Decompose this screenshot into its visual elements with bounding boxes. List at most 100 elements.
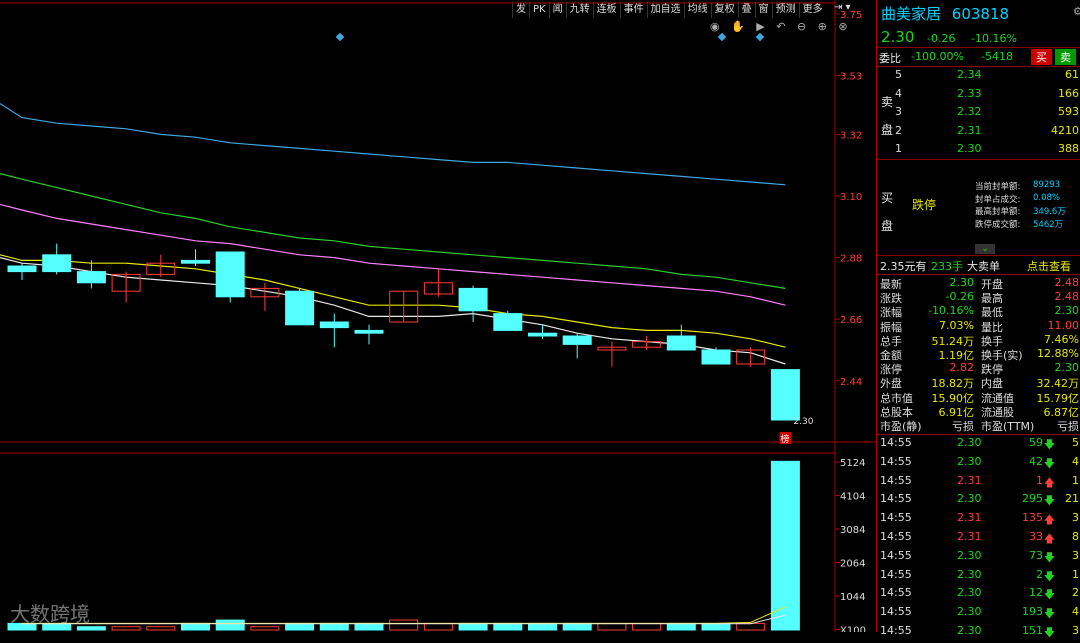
event-marker [755, 32, 765, 42]
volume-bar [285, 622, 315, 631]
stats-row: 金额 1.19亿 换手(实) 12.88% [877, 347, 1080, 362]
stat-value: 2.30 [1054, 304, 1080, 318]
ask-volume: 4210 [1051, 123, 1079, 137]
ask-level: 2 [895, 123, 902, 137]
limit-info-value: 89293 [1033, 180, 1061, 190]
arrow-icon[interactable]: ⇥ ▾ [834, 2, 851, 13]
volume-axis-label: 3084 [840, 525, 865, 536]
stat-value: -0.26 [945, 290, 974, 304]
ma-line-2 [0, 254, 786, 348]
tick-volume: 42 [1029, 454, 1043, 468]
arrow-down-icon: 🡇 [1043, 607, 1055, 621]
tick-time: 14:55 [880, 473, 912, 487]
stats-row: 最新 2.30 开盘 2.48 [877, 276, 1080, 291]
arrow-down-icon: 🡇 [1043, 550, 1055, 564]
volume-bar [458, 622, 488, 631]
toolbar-item[interactable]: 均线 [683, 2, 711, 18]
tick-count: 3 [1072, 548, 1079, 562]
volume-bar [736, 622, 766, 631]
volume-ma-line-2 [22, 614, 786, 625]
ask-level: 5 [895, 68, 902, 81]
event-marker [335, 32, 345, 42]
stat-value: 7.46% [1044, 332, 1079, 346]
candle-body [7, 265, 37, 273]
big-order-vol: 233手 [931, 260, 963, 273]
tick-time: 14:55 [880, 586, 912, 600]
arrow-up-icon: 🡅 [1043, 532, 1055, 545]
chevron-down-icon[interactable]: ⌄ [975, 244, 995, 254]
toolbar-item[interactable]: 预测 [771, 2, 799, 18]
stock-code: 603818 [951, 5, 1010, 23]
ask-price: 2.31 [957, 123, 982, 137]
toolbar-item[interactable]: PK [529, 2, 549, 18]
candle-body [319, 321, 349, 329]
ask-price: 2.34 [957, 68, 982, 81]
ratio-diff: -5418 [981, 50, 1013, 63]
limit-info-value: 349.6万 [1033, 207, 1066, 217]
volume-axis-label: X100 [840, 626, 866, 633]
toolbar-item[interactable]: 窗 [754, 2, 772, 18]
ask-volume: 388 [1058, 142, 1079, 155]
tick-time: 14:55 [880, 530, 912, 543]
last-price-label: 2.30 [793, 417, 813, 427]
ask-row: 2 2.31 4210 [877, 124, 1080, 142]
candle-body [528, 332, 557, 337]
arrow-up-icon: 🡅 [1043, 513, 1055, 527]
volume-bar [146, 626, 176, 631]
tick-row: 14:55 2.30 59 🡇 5 [877, 436, 1080, 454]
kline-chart-svg[interactable]: 3.753.533.323.102.882.662.442.30榜5124410… [0, 0, 875, 637]
ma-line-4 [0, 173, 786, 289]
candle-body [458, 287, 488, 312]
stat-value: 11.00 [1047, 318, 1080, 332]
candle-body [42, 254, 72, 273]
stock-name: 曲美家居 [881, 5, 942, 23]
stat-value: 2.82 [949, 361, 975, 375]
toolbar-item[interactable]: 发 [512, 2, 529, 18]
kline-chart-area[interactable]: 3.75 3.53 3.32 3.10 2.88 2.66 2.44 2.30 榜 5124 410… [0, 0, 875, 637]
volume-bar [770, 460, 800, 631]
ma-line-3 [0, 203, 786, 306]
tick-row: 14:55 2.31 33 🡅 8 [877, 530, 1080, 548]
toolbar-item[interactable]: 事件 [619, 2, 647, 18]
volume-bar [181, 622, 210, 631]
stock-title: 曲美家居 603818 [881, 3, 1009, 24]
tick-volume: 2 [1036, 567, 1043, 581]
ask-level: 3 [895, 105, 902, 118]
stats-row: 涨跌 -0.26 最高 2.48 [877, 290, 1080, 305]
toolbar-item[interactable]: 更多 [798, 2, 826, 18]
gear-icon[interactable]: ⚙ [1073, 5, 1080, 18]
toolbar-item[interactable]: 加自选 [646, 2, 684, 18]
chart-toolbar: 发 PK 闻九转 连板 事件 加自选 均线 复权叠窗预测 更多 [512, 2, 826, 18]
ask-volume: 593 [1058, 105, 1079, 118]
toolbar-item[interactable]: 连板 [592, 2, 620, 18]
tick-count: 1 [1072, 567, 1079, 581]
tick-price: 2.30 [957, 586, 982, 600]
tick-row: 14:55 2.30 193 🡇 4 [877, 605, 1080, 623]
tick-row: 14:55 2.30 151 🡇 3 [877, 624, 1080, 642]
tick-price: 2.30 [957, 624, 982, 637]
ask-price: 2.30 [957, 142, 982, 155]
volume-ma-line-1 [22, 606, 786, 624]
view-control-icons[interactable]: ◉ ✋ ▶ ↶ ⊖ ⊕ ⊗ [710, 20, 852, 33]
toolbar-item[interactable]: 复权 [710, 2, 738, 18]
buy-button[interactable]: 买 [1031, 49, 1052, 65]
stat-value: 2.30 [1054, 361, 1080, 375]
ask-row: 4 2.33 166 [877, 87, 1080, 105]
toolbar-item[interactable]: 叠 [737, 2, 755, 18]
stats-row: 总市值 15.90亿 流通值 15.79亿 [877, 390, 1080, 405]
toolbar-item[interactable]: 九转 [565, 2, 593, 18]
toolbar-item[interactable]: 闻 [548, 2, 566, 18]
stat-value: 12.88% [1037, 347, 1079, 360]
tick-row: 14:55 2.30 42 🡇 4 [877, 455, 1080, 473]
tick-price: 2.30 [957, 492, 982, 506]
volume-bar [319, 622, 349, 631]
tick-time: 14:55 [880, 605, 912, 619]
ask-row: 5 2.34 61 [877, 68, 1080, 86]
stat-value: 2.48 [1054, 276, 1080, 289]
candle-body [181, 259, 210, 264]
ratio-label: 委比 [879, 52, 901, 65]
big-order-type: 大卖单 [967, 260, 1000, 273]
big-order-link[interactable]: 点击查看 [1027, 258, 1071, 274]
sell-button[interactable]: 卖 [1055, 49, 1076, 65]
tick-count: 3 [1072, 624, 1079, 637]
